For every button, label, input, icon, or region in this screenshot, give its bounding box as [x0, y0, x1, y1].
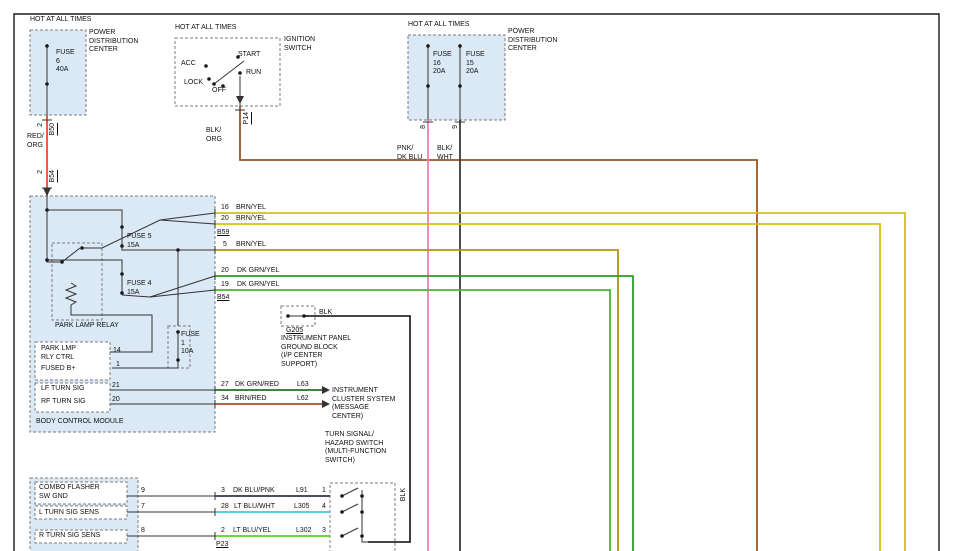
wire-color-label: LT BLU/WHT — [234, 503, 275, 512]
pin-label: 9 — [452, 125, 459, 129]
circuit-label: L63 — [297, 381, 309, 390]
pin-label: 34 — [221, 395, 229, 404]
wire-color-label: BLK/ WHT — [437, 145, 453, 162]
wire-color-label: BLK/ ORG — [206, 127, 222, 144]
pin-label: 19 — [221, 281, 229, 290]
connector-label: B50 — [49, 123, 56, 135]
pin-label: 7 — [141, 503, 145, 512]
wire-color-label: DK GRN/YEL — [237, 267, 279, 276]
pin-label: 16 — [221, 204, 229, 213]
wire-color-label: DK BLU/PNK — [233, 487, 275, 496]
ignition-switch-box — [175, 38, 280, 106]
fuse5-label: FUSE 5 15A — [127, 233, 152, 250]
park-lamp-relay-label: PARK LAMP RELAY — [55, 322, 119, 331]
flasher-row-label: R TURN SIG SENS — [39, 532, 100, 541]
pdc-right-label: POWER DISTRIBUTION CENTER — [508, 28, 557, 54]
hot-label: HOT AT ALL TIMES — [408, 21, 469, 30]
wire-color-label: BRN/RED — [235, 395, 267, 404]
pin-label: 2 — [221, 527, 225, 536]
pin-label: 14 — [113, 347, 121, 356]
diagram-canvas — [0, 0, 954, 551]
ign-pos-off: OFF — [212, 87, 226, 96]
pin-label: 20 — [112, 396, 120, 405]
hot-label: HOT AT ALL TIMES — [30, 16, 91, 25]
pin-label: 5 — [223, 241, 227, 250]
wire-color-label: BRN/YEL — [236, 215, 266, 224]
pin-label: 1 — [116, 361, 120, 370]
pin-label: 8 — [420, 125, 427, 129]
wire-brn-yel-20 — [215, 224, 880, 551]
pin-label: 9 — [141, 487, 145, 496]
pin-label: 3 — [322, 527, 326, 536]
connector-label: B59 — [217, 229, 229, 238]
circuit-label: L91 — [296, 487, 308, 496]
wire-color-label: DK GRN/RED — [235, 381, 279, 390]
ground-block-label: INSTRUMENT PANEL GROUND BLOCK (I/P CENTE… — [281, 335, 351, 369]
wire-color-label: LT BLU/YEL — [233, 527, 271, 536]
flasher-row-label: L TURN SIG SENS — [39, 509, 99, 518]
fuse4-label: FUSE 4 15A — [127, 280, 152, 297]
fuse6-label: FUSE 6 40A — [56, 49, 75, 75]
pin-label: 27 — [221, 381, 229, 390]
pin-label: 20 — [221, 215, 229, 224]
wire-color-label: BLK — [400, 488, 407, 501]
wire-color-label: RED/ ORG — [27, 133, 44, 150]
pin-label: 1 — [322, 487, 326, 496]
wire-dkgrn-yel-20 — [215, 276, 633, 551]
circuit-label: L62 — [297, 395, 309, 404]
turn-switch-label: TURN SIGNAL/ HAZARD SWITCH (MULTI-FUNCTI… — [325, 431, 386, 465]
wire-color-label: BRN/YEL — [236, 241, 266, 250]
ign-pos-run: RUN — [246, 69, 261, 78]
connector-label: B54 — [217, 294, 229, 303]
pin-label: 4 — [322, 503, 326, 512]
wire-brn-yel-16 — [215, 213, 905, 551]
wire-color-label: DK GRN/YEL — [237, 281, 279, 290]
bcm-io-label: RF TURN SIG — [41, 398, 86, 407]
pin-label: 2 — [37, 170, 44, 174]
wire-color-label: BRN/YEL — [236, 204, 266, 213]
connector-label: B54 — [49, 170, 56, 182]
ign-pos-start: START — [238, 51, 260, 60]
circuit-label: L305 — [294, 503, 310, 512]
wire-blk-org — [240, 106, 757, 551]
wire-color-label: PNK/ DK BLU — [397, 145, 422, 162]
bcm-io-label: LF TURN SIG — [41, 385, 84, 394]
wire-color-label: BLK — [319, 309, 332, 318]
fuse16-label: FUSE 16 20A — [433, 51, 452, 77]
pin-label: 3 — [221, 487, 225, 496]
fuse1-label: FUSE 1 10A — [181, 331, 200, 357]
pin-label: 2 — [37, 123, 44, 127]
pin-label: 8 — [141, 527, 145, 536]
bcm-io-label: FUSED B+ — [41, 365, 75, 374]
ign-pos-lock: LOCK — [184, 79, 203, 88]
cluster-label: INSTRUMENT CLUSTER SYSTEM (MESSAGE CENTE… — [332, 387, 395, 421]
power-distribution-box-right — [408, 35, 505, 120]
connector-label: P14 — [243, 112, 250, 124]
pin-label: 21 — [112, 382, 120, 391]
pin-label: 20 — [221, 267, 229, 276]
bcm-io-label: PARK LMP RLY CTRL — [41, 345, 76, 362]
hot-label: HOT AT ALL TIMES — [175, 24, 236, 33]
wire-brn-yel-5 — [215, 250, 618, 551]
flasher-row-label: COMBO FLASHER SW GND — [39, 484, 100, 501]
ignition-label: IGNITION SWITCH — [284, 36, 315, 53]
ign-pos-acc: ACC — [181, 60, 196, 69]
bcm-label: BODY CONTROL MODULE — [36, 418, 124, 427]
connector-label: P23 — [216, 541, 228, 550]
wiring-diagram: HOT AT ALL TIMES POWER DISTRIBUTION CENT… — [0, 0, 954, 551]
fuse15-label: FUSE 15 20A — [466, 51, 485, 77]
pin-label: 28 — [221, 503, 229, 512]
pdc-left-label: POWER DISTRIBUTION CENTER — [89, 29, 138, 55]
circuit-label: L302 — [296, 527, 312, 536]
